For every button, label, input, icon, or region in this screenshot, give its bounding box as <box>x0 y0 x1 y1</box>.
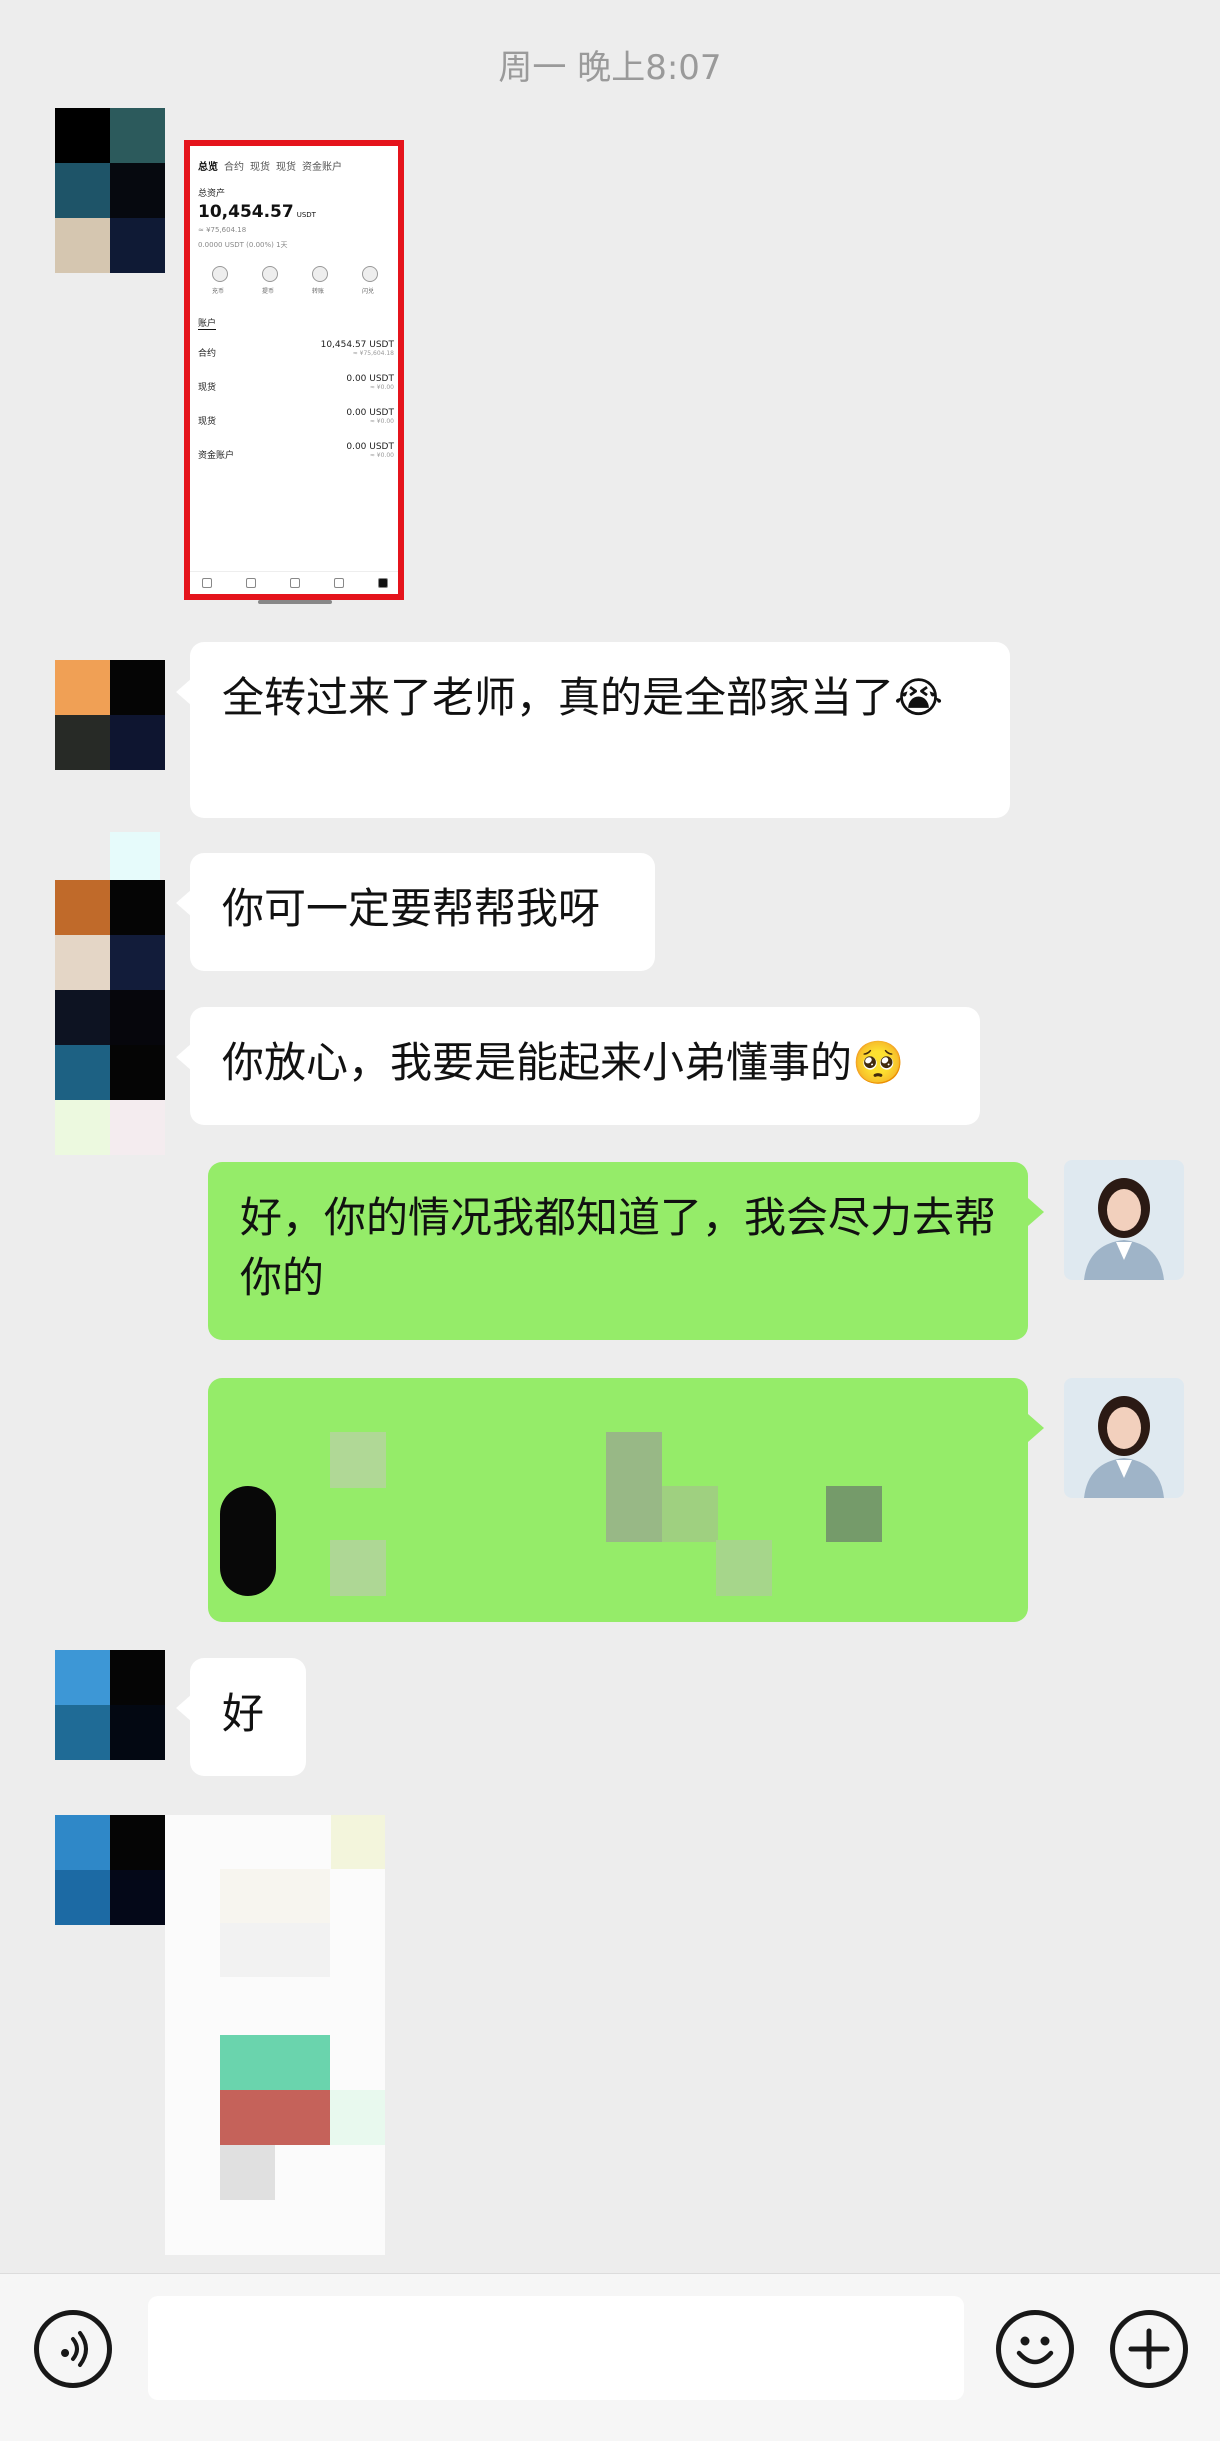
screenshot-tabbar <box>190 571 398 594</box>
blur-block <box>330 2090 385 2145</box>
blur-block <box>716 1540 772 1596</box>
incoming-message[interactable]: 你放心，我要是能起来小弟懂事的🥺 <box>176 1007 980 1125</box>
emoji-button[interactable] <box>996 2310 1074 2388</box>
action-label: 闪兑 <box>362 288 375 295</box>
account-value: 0.00 USDT ≈ ¥0.00 <box>346 408 394 425</box>
contact-avatar[interactable] <box>55 108 165 218</box>
blur-block <box>220 1486 276 1596</box>
screenshot-pnl-line: 0.0000 USDT (0.00%) 1天 <box>198 241 288 249</box>
screenshot-total-value: 10,454.57 USDT <box>198 202 316 222</box>
account-value: 10,454.57 USDT ≈ ¥75,604.18 <box>320 340 394 357</box>
voice-button[interactable] <box>34 2310 112 2388</box>
action-label: 转账 <box>312 288 325 295</box>
action-label: 提币 <box>262 288 275 295</box>
incoming-message[interactable]: 全转过来了老师，真的是全部家当了😭 <box>176 642 1010 818</box>
account-name: 现货 <box>198 417 217 427</box>
contact-avatar[interactable] <box>55 990 165 1100</box>
blur-block <box>662 1486 718 1542</box>
outgoing-blurred-message[interactable] <box>208 1378 1044 1622</box>
timestamp: 周一 晚上8:07 <box>498 48 722 88</box>
account-value: 0.00 USDT ≈ ¥0.00 <box>346 374 394 391</box>
contact-avatar[interactable] <box>55 1815 165 1925</box>
pixel-fragment <box>110 832 160 880</box>
blur-block <box>826 1486 882 1542</box>
action-label: 充币 <box>212 288 225 295</box>
screenshot-cny-line: ≈ ¥75,604.18 <box>198 226 247 234</box>
account-name: 合约 <box>198 349 217 359</box>
blur-block <box>220 2035 330 2090</box>
blur-block <box>331 1815 385 1869</box>
plus-button[interactable] <box>1110 2310 1188 2388</box>
blur-block <box>220 2090 330 2145</box>
account-name: 资金账户 <box>198 451 235 461</box>
shared-screenshot-image[interactable]: 总览 合约 现货 现货 资金账户 总资产 10,454.57 USDT ≈ ¥75,604… <box>184 140 404 600</box>
my-avatar[interactable] <box>1064 1378 1184 1498</box>
contact-avatar[interactable] <box>55 660 165 770</box>
account-name: 现货 <box>198 383 217 393</box>
blur-block <box>330 1432 386 1488</box>
emoji-icon <box>1016 2336 1054 2365</box>
my-avatar[interactable] <box>1064 1160 1184 1280</box>
screenshot-total-label: 总资产 <box>198 189 226 199</box>
home-indicator <box>258 600 332 604</box>
contact-avatar-pixel <box>55 218 165 273</box>
deposit-icon <box>212 266 228 282</box>
blur-block <box>220 2145 275 2200</box>
screenshot-section-label: 账户 <box>198 316 217 330</box>
outgoing-message[interactable]: 好，你的情况我都知道了，我会尽力去帮你的 <box>208 1162 1044 1340</box>
contact-avatar[interactable] <box>55 1650 165 1760</box>
blurred-image-message[interactable] <box>165 1815 385 2255</box>
blur-block <box>606 1432 662 1542</box>
withdraw-icon <box>262 266 278 282</box>
pixel-fragment <box>55 1100 165 1155</box>
incoming-message[interactable]: 好 <box>176 1658 306 1776</box>
message-input[interactable] <box>148 2296 964 2400</box>
account-value: 0.00 USDT ≈ ¥0.00 <box>346 442 394 459</box>
convert-icon <box>362 266 378 282</box>
plus-icon <box>1128 2328 1170 2370</box>
blur-block <box>330 1540 386 1596</box>
contact-avatar[interactable] <box>55 880 165 990</box>
incoming-message[interactable]: 你可一定要帮帮我呀 <box>176 853 655 971</box>
voice-icon <box>61 2331 88 2367</box>
screenshot-tabs: 总览 合约 现货 现货 资金账户 <box>198 162 342 173</box>
transfer-icon <box>312 266 328 282</box>
blur-block <box>220 1923 330 1977</box>
blur-block <box>220 1869 330 1923</box>
